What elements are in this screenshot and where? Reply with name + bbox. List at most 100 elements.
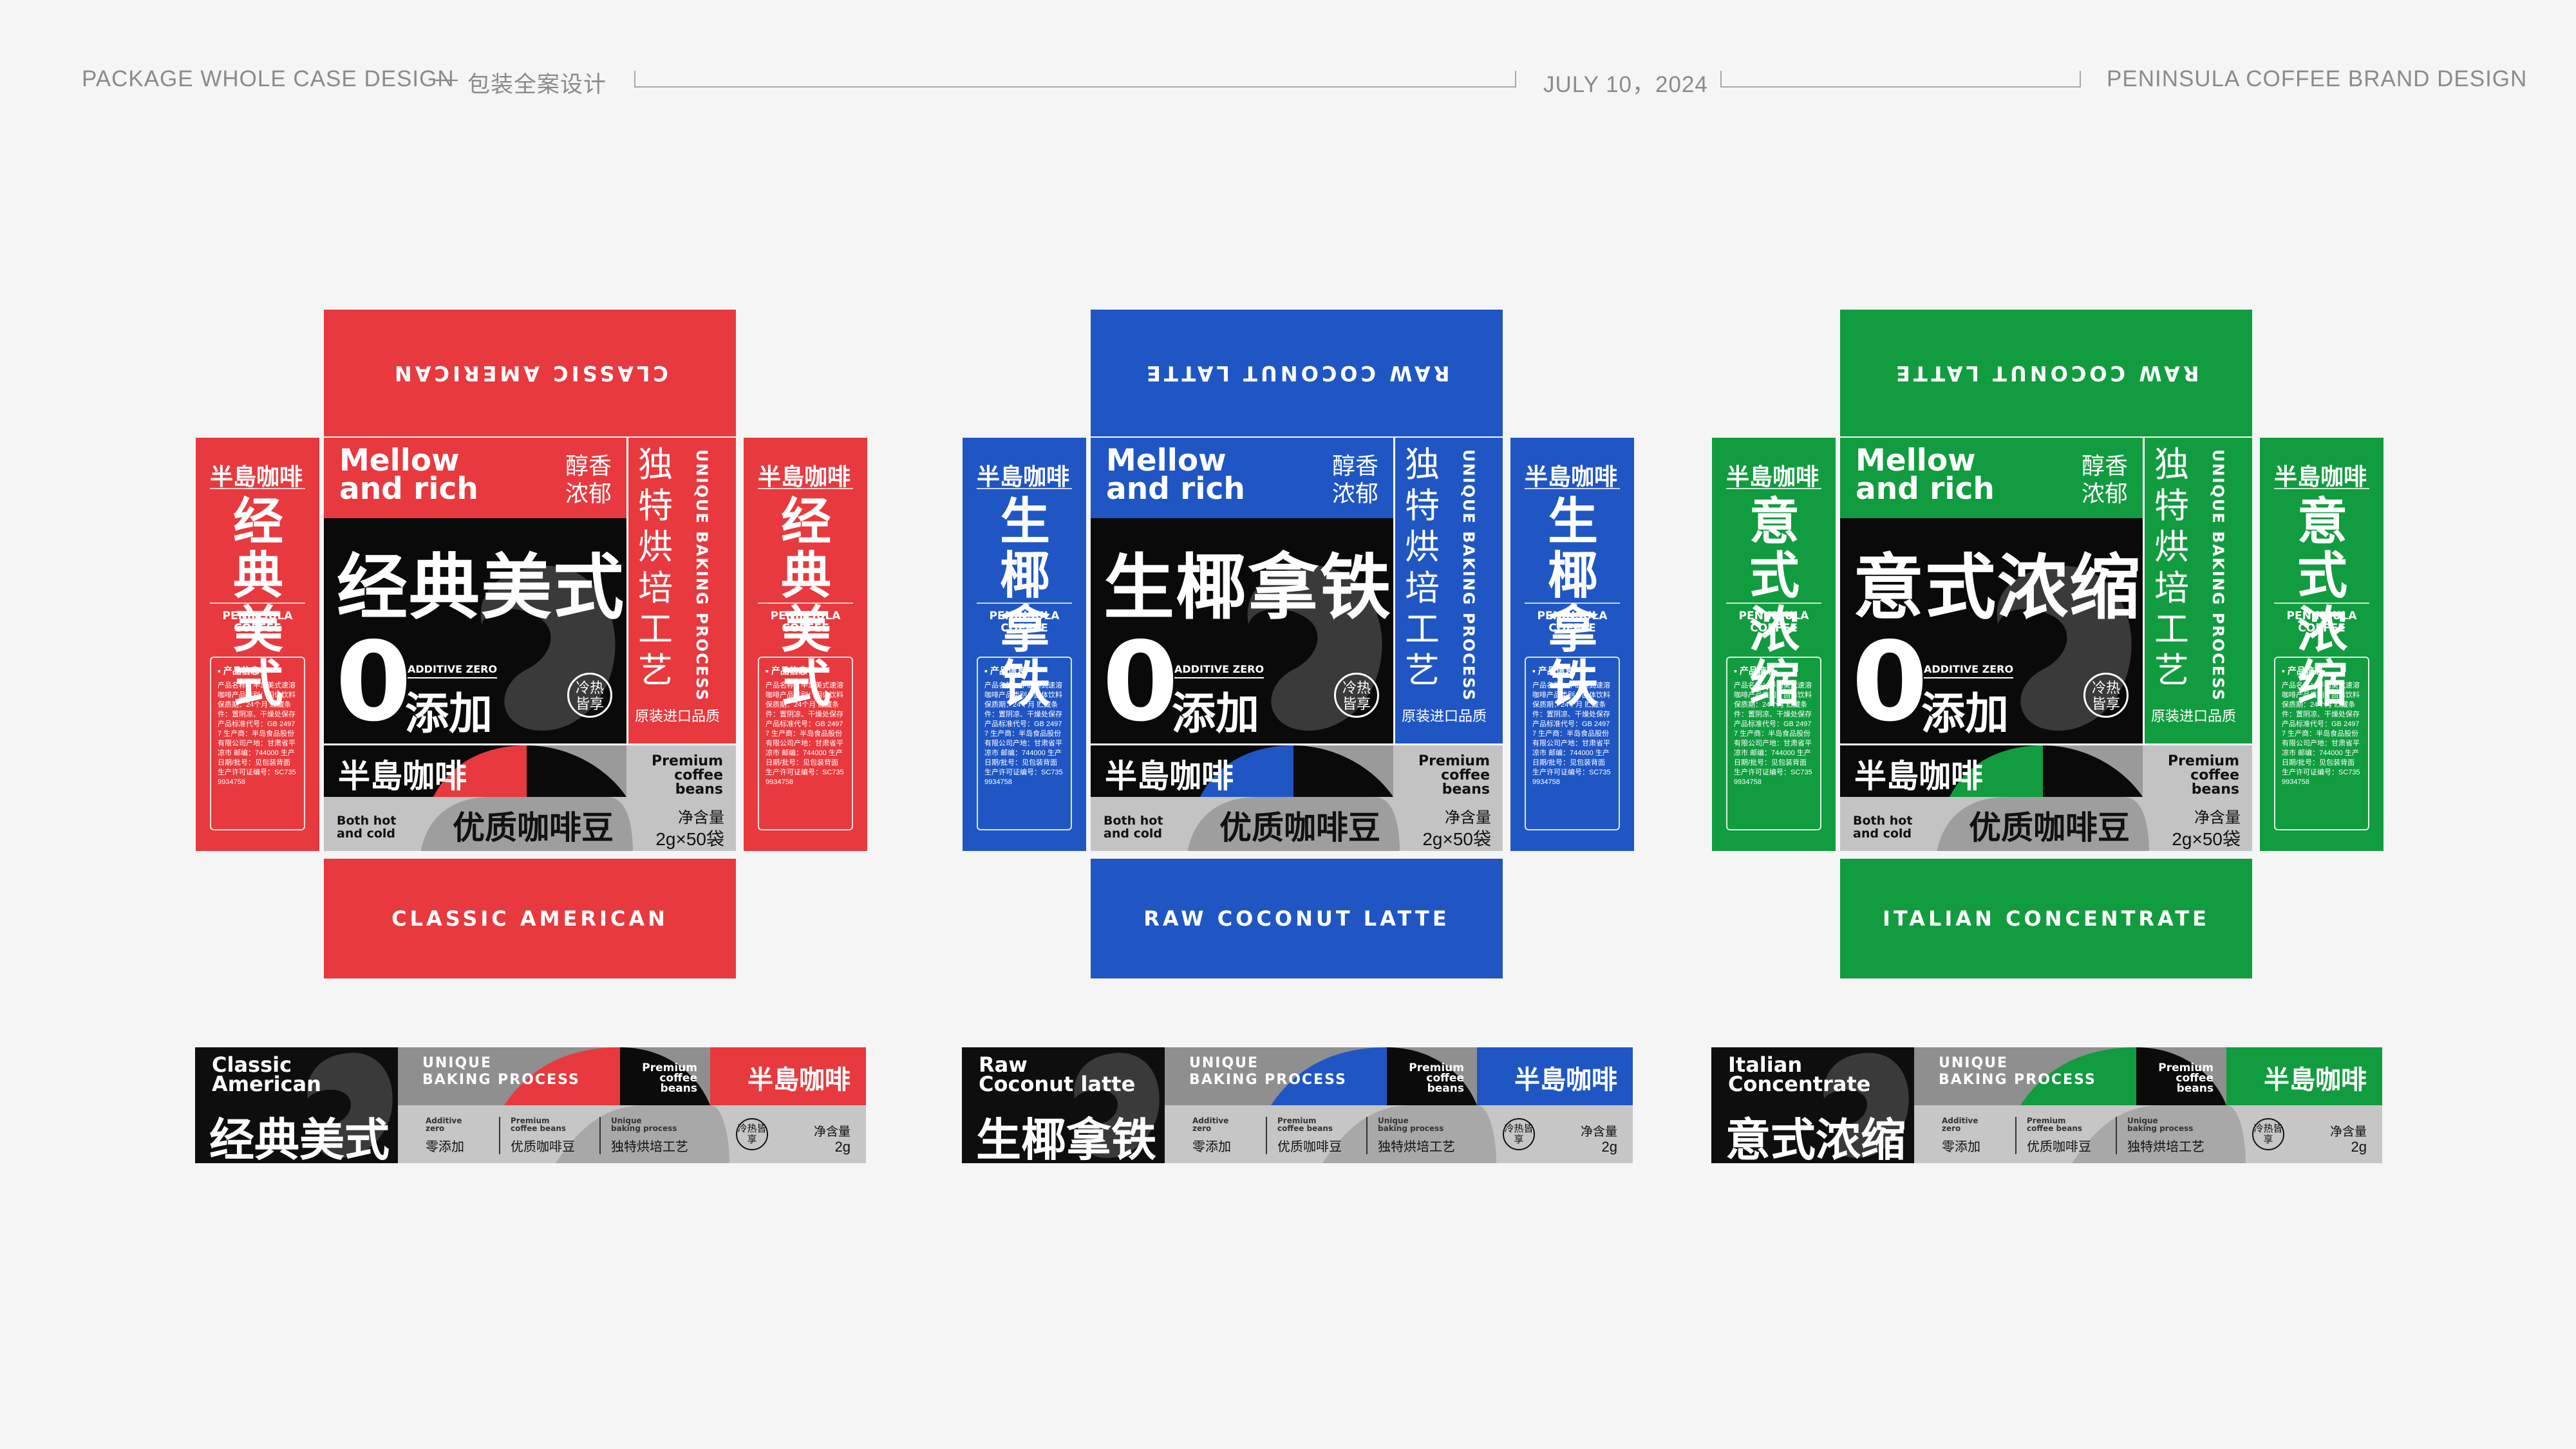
product-info-box: ▪ 产品信息 产品名称：半岛美式速溶咖啡产品类别：固体饮料 保质期：24个月 贮…: [2274, 657, 2369, 830]
vertical-char: 工: [638, 610, 673, 649]
premium-beans-label: Premium coffee beans: [2168, 753, 2239, 798]
strip-unique-process: UNIQUE BAKING PROCESS: [422, 1055, 580, 1088]
side-divider: [977, 488, 1072, 489]
strip-premium-label: Premium coffee beans: [2158, 1061, 2214, 1095]
side-divider: [2274, 488, 2369, 489]
mellow-cn-text: 醇香浓郁: [1332, 453, 1379, 507]
hot-cold-badge: 冷热皆享: [1334, 673, 1379, 718]
vertical-char: 烘: [2154, 528, 2189, 566]
strip-divider: [499, 1117, 500, 1154]
strip-chinese-name: 生椰拿铁: [976, 1115, 1156, 1163]
net-content-value: 2g×50袋: [1422, 829, 1491, 849]
vertical-char: 培: [1405, 569, 1440, 608]
strip-net-label: 净含量: [2329, 1125, 2367, 1139]
front-vertical-column: 独特烘培工艺 UNIQUE BAKING PROCESS 原装进口品质: [1393, 438, 1503, 743]
premium-beans-cn: 优质咖啡豆: [1969, 810, 2130, 846]
strip-feature-cell: Additive zero 零添加: [426, 1117, 464, 1155]
feature-cn: 零添加: [426, 1140, 464, 1154]
vertical-char: 烘: [1405, 528, 1440, 566]
package-design: CLASSIC AMERICAN 半島咖啡 经典 美式 PENINSULA CO…: [0, 0, 867, 1223]
front-product-name: 经典美式: [337, 548, 625, 628]
strip-chinese-name: 经典美式: [209, 1115, 390, 1163]
hot-cold-label: Both hot and cold: [1104, 814, 1163, 841]
info-title: ▪ 产品信息: [1734, 666, 1776, 676]
net-content-value: 2g×50袋: [655, 829, 724, 849]
feature-en: Unique baking process: [1378, 1116, 1444, 1133]
zero-digit: 0: [1102, 619, 1179, 743]
strip-chinese-name: 意式浓缩: [1725, 1115, 1906, 1163]
vertical-char: 独: [1405, 445, 1440, 484]
zero-additive-cn: 添加: [405, 689, 493, 738]
box-top-flap: RAW COCONUT LATTE: [1091, 310, 1503, 436]
package-design: RAW COCONUT LATTE 半島咖啡 生椰 拿铁 PENINSULA C…: [767, 0, 1634, 1223]
feature-cn: 优质咖啡豆: [1277, 1140, 1342, 1154]
side-brand: 半島咖啡: [1726, 463, 1819, 490]
additive-zero-label: ADDITIVE ZERO: [1174, 663, 1264, 678]
premium-beans-label: Premium coffee beans: [1418, 753, 1490, 798]
hot-cold-badge: 冷热皆享: [567, 673, 612, 718]
mellow-text: Mellow and rich: [339, 443, 478, 507]
strip-feature-cell: Premium coffee beans 优质咖啡豆: [2027, 1117, 2091, 1155]
premium-beans-cn: 优质咖啡豆: [1219, 810, 1380, 846]
feature-cn: 优质咖啡豆: [511, 1140, 575, 1154]
strip-net-value: 2g: [2351, 1139, 2367, 1155]
front-bottom-band: 半島咖啡 Premium coffee beans Both hot and c…: [1840, 743, 2252, 851]
front-bottom-band: 半島咖啡 Premium coffee beans Both hot and c…: [324, 743, 736, 851]
feature-en: Unique baking process: [2127, 1116, 2194, 1133]
net-content-label: 净含量: [678, 809, 724, 827]
bottom-flap-label: CLASSIC AMERICAN: [391, 906, 668, 931]
feature-cn: 零添加: [1942, 1140, 1980, 1154]
strip-brand: 半島咖啡: [2264, 1066, 2367, 1094]
vertical-char: 独: [638, 445, 673, 484]
feature-cn: 优质咖啡豆: [2027, 1140, 2091, 1154]
strip-feature-cell: Premium coffee beans 优质咖啡豆: [511, 1117, 575, 1155]
origin-quality: 原装进口品质: [1402, 708, 1487, 724]
side-divider: [977, 603, 1072, 604]
box-side-panel: 半島咖啡 经典 美式 PENINSULA COFFEE ▪ 产品信息 产品名称：…: [196, 438, 319, 851]
premium-beans-cn: 优质咖啡豆: [453, 810, 614, 846]
zero-additive-cn: 添加: [1921, 689, 2009, 738]
strip-english-name: Italian Concentrate: [1728, 1052, 1871, 1096]
top-flap-label: RAW COCONUT LATTE: [1893, 360, 2199, 386]
strip-feature-cell: Unique baking process 独特烘培工艺: [611, 1117, 688, 1155]
strip-feature-cell: Premium coffee beans 优质咖啡豆: [1277, 1117, 1342, 1155]
box-bottom-flap: RAW COCONUT LATTE: [1091, 859, 1503, 978]
sachet-strip: Classic American 经典美式 UNIQUE BAKING PROC…: [195, 1047, 866, 1163]
vertical-char: 烘: [638, 528, 673, 566]
feature-en: Additive zero: [426, 1116, 462, 1133]
strip-divider: [2116, 1117, 2117, 1154]
strip-feature-cell: Additive zero 零添加: [1192, 1117, 1231, 1155]
box-side-panel: 半島咖啡 意式 浓缩 PENINSULA COFFEE ▪ 产品信息 产品名称：…: [1712, 438, 1836, 851]
box-side-panel: 半島咖啡 生椰 拿铁 PENINSULA COFFEE ▪ 产品信息 产品名称：…: [963, 438, 1086, 851]
strip-feature-cell: Additive zero 零添加: [1942, 1117, 1980, 1155]
feature-en: Premium coffee beans: [511, 1116, 567, 1133]
strip-divider: [1366, 1117, 1368, 1154]
strip-divider: [2015, 1117, 2017, 1154]
hot-cold-label: Both hot and cold: [1853, 814, 1913, 841]
front-brand: 半島咖啡: [338, 758, 467, 794]
top-flap-label: CLASSIC AMERICAN: [391, 360, 668, 386]
additive-zero-label: ADDITIVE ZERO: [408, 663, 498, 678]
mellow-cn-text: 醇香浓郁: [565, 453, 612, 507]
side-divider: [210, 603, 305, 604]
box-top-flap: RAW COCONUT LATTE: [1840, 310, 2252, 436]
net-content-label: 净含量: [1445, 809, 1491, 827]
vertical-char: 艺: [638, 651, 673, 690]
info-title: ▪ 产品信息: [2282, 666, 2324, 676]
origin-quality: 原装进口品质: [635, 708, 720, 724]
product-info-box: ▪ 产品信息 产品名称：半岛美式速溶咖啡产品类别：固体饮料 保质期：24个月 贮…: [977, 657, 1072, 830]
origin-quality: 原装进口品质: [2151, 708, 2237, 724]
feature-cn: 零添加: [1192, 1140, 1231, 1154]
front-header: Mellow and rich 醇香浓郁: [324, 438, 626, 518]
mellow-text: Mellow and rich: [1856, 443, 1995, 507]
side-brand: 半島咖啡: [2274, 463, 2367, 490]
hot-cold-label: Both hot and cold: [337, 814, 397, 841]
sachet-strip: Italian Concentrate 意式浓缩 UNIQUE BAKING P…: [1711, 1047, 2382, 1163]
feature-en: Premium coffee beans: [2027, 1116, 2083, 1133]
strip-unique-process: UNIQUE BAKING PROCESS: [1939, 1055, 2096, 1088]
vertical-char: 工: [2154, 610, 2189, 649]
front-vertical-column: 独特烘培工艺 UNIQUE BAKING PROCESS 原装进口品质: [2143, 438, 2252, 743]
mellow-text: Mellow and rich: [1106, 443, 1245, 507]
vertical-char: 特: [638, 487, 673, 525]
front-header: Mellow and rich 醇香浓郁: [1091, 438, 1393, 518]
